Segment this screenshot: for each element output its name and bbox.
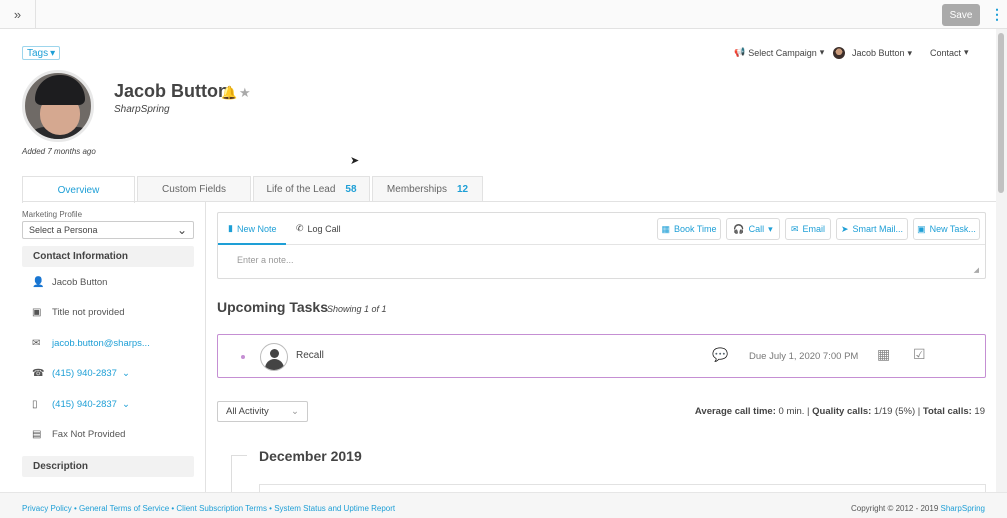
copyright: Copyright © 2012 - 2019 SharpSpring bbox=[851, 504, 985, 513]
activity-filter-select[interactable]: All Activity ⌄ bbox=[217, 401, 308, 422]
phone-row[interactable]: ☎ (415) 940-2837 ⌄ bbox=[22, 359, 194, 390]
timeline-connector bbox=[231, 455, 247, 495]
caret-down-icon: ▾ bbox=[768, 223, 773, 234]
note-icon: ▮ bbox=[228, 223, 233, 233]
tab-count: 58 bbox=[345, 183, 357, 195]
contact-info-header: Contact Information bbox=[22, 246, 194, 267]
company-name: SharpSpring bbox=[114, 104, 170, 115]
upcoming-tasks-title: Upcoming Tasks bbox=[217, 299, 328, 315]
call-button[interactable]: 🎧 Call ▾ bbox=[726, 218, 780, 240]
column-divider bbox=[205, 202, 206, 492]
chevron-down-icon: ⌄ bbox=[176, 223, 187, 237]
resize-handle-icon[interactable]: ◢ bbox=[974, 266, 979, 274]
phone-icon: ✆ bbox=[296, 223, 304, 233]
select-campaign-dropdown[interactable]: 📢 Select Campaign ▾ bbox=[734, 47, 824, 58]
page-footer: Privacy Policy • General Terms of Servic… bbox=[0, 492, 1007, 518]
email-row[interactable]: ✉ jacob.button@sharps... bbox=[22, 328, 194, 359]
comments-icon[interactable]: 💬 bbox=[712, 347, 728, 363]
tab-divider bbox=[22, 201, 996, 202]
contact-name-row: 👤 Jacob Button bbox=[22, 267, 194, 298]
mobile-link[interactable]: (415) 940-2837 bbox=[52, 399, 117, 410]
megaphone-icon: 📢 bbox=[734, 47, 746, 57]
chevron-down-icon: ⌄ bbox=[291, 406, 299, 417]
calendar-check-icon[interactable]: ☑ bbox=[913, 346, 926, 363]
fax-icon: ▤ bbox=[32, 429, 42, 441]
star-icon[interactable]: ★ bbox=[239, 85, 251, 101]
envelope-icon: ✉ bbox=[790, 223, 799, 234]
profile-tabs: Overview Custom Fields Life of the Lead 5… bbox=[22, 176, 485, 203]
expand-sidebar-icon[interactable]: » bbox=[0, 0, 36, 29]
chevron-down-icon: ▾ bbox=[907, 47, 913, 58]
tab-custom-fields[interactable]: Custom Fields bbox=[137, 176, 251, 201]
mouse-cursor-icon: ➤ bbox=[350, 155, 360, 167]
tab-life-of-the-lead[interactable]: Life of the Lead 58 bbox=[253, 176, 370, 201]
note-action-bar: ▮ New Note ✆ Log Call ▦ Book Time 🎧 Call ▾ ✉ E… bbox=[218, 213, 985, 245]
chevron-down-icon: ▾ bbox=[50, 47, 56, 59]
top-bar: » Save ⋮ bbox=[0, 0, 1007, 29]
bell-icon[interactable]: 🔔 bbox=[221, 85, 237, 101]
tab-count: 12 bbox=[456, 183, 469, 195]
brand-link[interactable]: SharpSpring bbox=[941, 504, 985, 513]
contact-avatar[interactable] bbox=[22, 70, 94, 142]
envelope-icon: ✉ bbox=[32, 337, 41, 349]
chevron-down-icon[interactable]: ⌄ bbox=[122, 399, 130, 410]
marketing-profile-label: Marketing Profile bbox=[22, 210, 83, 219]
phone-link[interactable]: (415) 940-2837 bbox=[52, 368, 117, 379]
task-due-date: Due July 1, 2020 7:00 PM bbox=[749, 351, 859, 362]
added-date: Added 7 months ago bbox=[22, 147, 96, 156]
chevron-down-icon: ▾ bbox=[819, 47, 825, 57]
headset-icon: 🎧 bbox=[733, 223, 745, 234]
user-icon: 👤 bbox=[32, 276, 45, 288]
footer-links[interactable]: Privacy Policy • General Terms of Servic… bbox=[22, 504, 395, 513]
mobile-row[interactable]: ▯ (415) 940-2837 ⌄ bbox=[22, 389, 194, 420]
contact-type-dropdown[interactable]: Contact ▾ bbox=[930, 47, 969, 58]
new-note-tab[interactable]: ▮ New Note bbox=[228, 223, 276, 234]
email-link[interactable]: jacob.button@sharps... bbox=[52, 338, 150, 349]
paper-plane-icon: ➤ bbox=[840, 223, 849, 234]
contact-name: Jacob Button bbox=[114, 81, 229, 101]
note-composer: ▮ New Note ✆ Log Call ▦ Book Time 🎧 Call ▾ ✉ E… bbox=[217, 212, 986, 279]
book-time-button[interactable]: ▦ Book Time bbox=[657, 218, 721, 240]
id-card-icon: ▣ bbox=[32, 307, 42, 319]
owner-dropdown[interactable]: Jacob Button ▾ bbox=[833, 47, 912, 59]
email-button[interactable]: ✉ Email bbox=[785, 218, 831, 240]
log-call-tab[interactable]: ✆ Log Call bbox=[296, 223, 341, 234]
select-campaign-label: Select Campaign bbox=[748, 47, 817, 58]
more-menu-icon[interactable]: ⋮ bbox=[990, 6, 1004, 23]
task-row[interactable]: Recall 💬 Due July 1, 2020 7:00 PM ▦ ☑ bbox=[217, 334, 986, 378]
smart-mail-button[interactable]: ➤ Smart Mail... bbox=[836, 218, 908, 240]
tags-label: Tags bbox=[27, 47, 49, 59]
tasks-showing-count: Showing 1 of 1 bbox=[327, 304, 387, 314]
scrollbar-thumb[interactable] bbox=[998, 33, 1004, 193]
chevron-down-icon: ▾ bbox=[964, 47, 969, 57]
calendar-icon: ▦ bbox=[661, 223, 670, 234]
tags-dropdown[interactable]: Tags ▾ bbox=[22, 46, 61, 60]
chevron-down-icon[interactable]: ⌄ bbox=[122, 368, 130, 379]
fax-row: ▤ Fax Not Provided bbox=[22, 420, 194, 451]
owner-avatar bbox=[833, 47, 845, 59]
call-stats: Average call time: 0 min. | Quality call… bbox=[694, 406, 985, 417]
save-button[interactable]: Save bbox=[942, 4, 980, 26]
page-scrollbar[interactable] bbox=[996, 29, 1007, 492]
timeline-month-header: December 2019 bbox=[259, 448, 362, 464]
clipboard-icon: ▣ bbox=[917, 223, 926, 234]
tab-overview[interactable]: Overview bbox=[22, 176, 135, 203]
note-input[interactable]: Enter a note... bbox=[237, 255, 294, 265]
task-owner-avatar bbox=[260, 343, 288, 371]
contact-type-label: Contact bbox=[930, 47, 962, 58]
calendar-icon[interactable]: ▦ bbox=[877, 346, 890, 363]
description-header: Description bbox=[22, 456, 194, 477]
owner-name: Jacob Button bbox=[852, 48, 905, 58]
task-status-dot bbox=[241, 355, 245, 359]
active-tab-indicator bbox=[218, 243, 286, 245]
phone-icon: ☎ bbox=[32, 368, 45, 380]
title-row: ▣ Title not provided bbox=[22, 298, 194, 329]
new-task-button[interactable]: ▣ New Task... bbox=[913, 218, 980, 240]
contact-sidebar: Marketing Profile Select a Persona ⌄ Con… bbox=[22, 210, 194, 477]
mobile-icon: ▯ bbox=[32, 398, 38, 410]
persona-select[interactable]: Select a Persona ⌄ bbox=[22, 221, 194, 239]
tab-memberships[interactable]: Memberships 12 bbox=[372, 176, 483, 201]
task-name: Recall bbox=[296, 350, 324, 361]
